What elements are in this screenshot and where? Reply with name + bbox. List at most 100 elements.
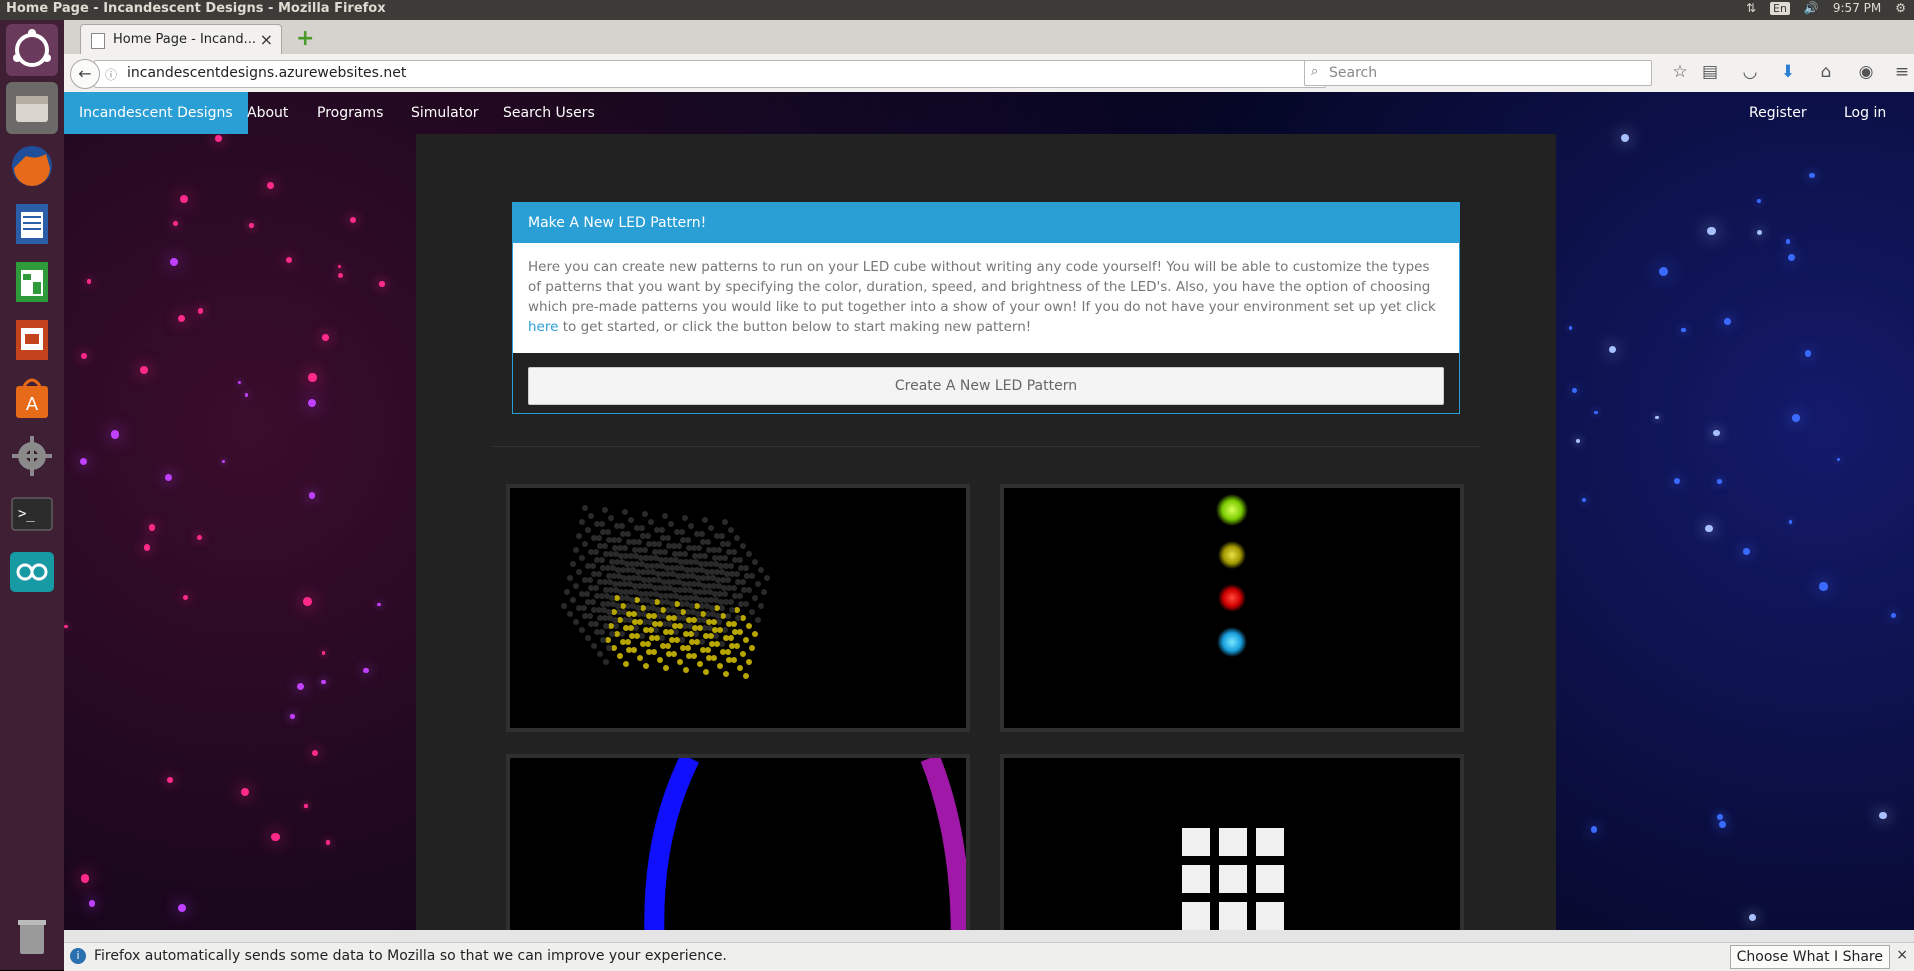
nav-simulator[interactable]: Simulator <box>411 92 479 134</box>
pattern-thumbnail-grid[interactable] <box>1000 754 1464 930</box>
terminal-icon[interactable]: >_ <box>6 488 58 540</box>
arduino-icon[interactable] <box>6 546 58 598</box>
cube-led <box>708 525 714 531</box>
background-light-dot <box>1620 134 1629 143</box>
nav-log-in[interactable]: Log in <box>1844 92 1886 134</box>
cube-led <box>689 603 695 609</box>
background-light-dot <box>144 544 151 551</box>
cube-led <box>638 591 644 597</box>
background-light-dot <box>80 873 90 883</box>
cube-led <box>573 583 579 589</box>
cube-led <box>573 619 579 625</box>
trash-icon[interactable] <box>6 910 58 962</box>
nav-about[interactable]: About <box>247 92 288 134</box>
ubuntu-dash-icon[interactable] <box>6 24 58 76</box>
libreoffice-writer-icon[interactable] <box>6 198 58 250</box>
downloads-icon[interactable]: ⬇ <box>1776 62 1800 82</box>
cube-led <box>734 535 740 541</box>
window-title: Home Page - Incandescent Designs - Mozil… <box>6 1 386 16</box>
chat-icon[interactable]: ◉ <box>1854 62 1878 82</box>
background-light-dot <box>167 777 173 784</box>
background-light-dot <box>1819 582 1828 591</box>
site-info-icon[interactable]: ⓘ <box>105 66 117 83</box>
cube-led <box>576 605 582 611</box>
nav-programs[interactable]: Programs <box>317 92 383 134</box>
cube-led <box>585 635 591 641</box>
choose-what-i-share-button[interactable]: Choose What I Share <box>1729 945 1890 969</box>
cube-led <box>591 571 597 577</box>
pattern-thumbnail-leds[interactable] <box>1000 484 1464 732</box>
home-icon[interactable]: ⌂ <box>1814 62 1838 82</box>
cube-led <box>646 649 652 655</box>
ubuntu-software-center-icon[interactable]: A <box>6 372 58 424</box>
cube-led <box>743 673 749 679</box>
background-light-dot <box>1674 478 1681 485</box>
libreoffice-calc-icon[interactable] <box>6 256 58 308</box>
background-light-dot <box>1809 172 1815 179</box>
system-top-bar: Home Page - Incandescent Designs - Mozil… <box>0 0 1914 20</box>
cube-led <box>582 577 588 583</box>
cube-led <box>564 589 570 595</box>
pocket-icon[interactable]: ◡ <box>1738 62 1762 82</box>
cube-led <box>594 629 600 635</box>
background-light-dot <box>182 594 189 601</box>
clock[interactable]: 9:57 PM <box>1833 1 1881 15</box>
settings-gear-icon[interactable]: ⚙ <box>1895 1 1906 15</box>
files-icon[interactable] <box>6 82 58 134</box>
cube-led <box>664 565 670 571</box>
new-tab-plus-icon[interactable]: + <box>296 26 314 51</box>
info-icon: i <box>70 948 86 964</box>
libreoffice-impress-icon[interactable] <box>6 314 58 366</box>
menu-icon[interactable]: ≡ <box>1890 62 1914 82</box>
cube-led <box>723 671 729 677</box>
network-icon[interactable]: ⇅ <box>1746 1 1756 15</box>
cube-led <box>746 623 752 629</box>
cube-led <box>695 575 701 581</box>
create-led-pattern-button[interactable]: Create A New LED Pattern <box>528 367 1444 405</box>
background-light-dot <box>179 194 189 204</box>
pattern-thumbnail-arcs[interactable] <box>506 754 970 930</box>
cube-led <box>738 601 744 607</box>
cube-led <box>695 611 701 617</box>
here-link[interactable]: here <box>528 319 558 335</box>
cube-led <box>764 575 770 581</box>
back-button[interactable]: ← <box>70 59 100 89</box>
bookmark-star-icon[interactable]: ☆ <box>1668 62 1692 82</box>
cube-led <box>715 577 721 583</box>
horizontal-scrollbar[interactable] <box>64 930 1914 942</box>
cube-led <box>594 557 600 563</box>
cube-led <box>600 601 606 607</box>
close-tab-icon[interactable]: × <box>260 30 273 49</box>
background-light-dot <box>377 602 381 607</box>
url-bar[interactable]: ⓘ incandescentdesigns.azurewebsites.net … <box>94 60 1326 88</box>
volume-icon[interactable]: 🔊 <box>1804 1 1819 15</box>
cube-led <box>609 559 615 565</box>
nav-register[interactable]: Register <box>1749 92 1807 134</box>
cube-led <box>717 663 723 669</box>
cube-led <box>702 517 708 523</box>
close-notification-icon[interactable]: × <box>1896 947 1908 963</box>
cube-led <box>660 643 666 649</box>
cube-led <box>618 589 624 595</box>
search-input[interactable]: ⌕ Search <box>1304 60 1652 86</box>
cube-led <box>678 559 684 565</box>
reading-list-icon[interactable]: ▤ <box>1698 62 1722 82</box>
browser-navigation-bar: ⓘ incandescentdesigns.azurewebsites.net … <box>64 54 1914 93</box>
background-light-dot <box>1756 229 1763 236</box>
cube-led <box>652 585 658 591</box>
nav-search-users[interactable]: Search Users <box>503 92 595 134</box>
cube-led <box>620 531 626 537</box>
system-settings-icon[interactable] <box>6 430 58 482</box>
browser-tab[interactable]: Home Page - Incand... × <box>80 24 282 55</box>
cube-led <box>608 515 614 521</box>
cube-led <box>579 627 585 633</box>
background-light-dot <box>1608 345 1617 354</box>
site-brand-link[interactable]: Incandescent Designs <box>64 92 248 134</box>
cube-led <box>692 553 698 559</box>
cube-led <box>591 535 597 541</box>
firefox-icon[interactable] <box>6 140 58 192</box>
keyboard-language-indicator[interactable]: En <box>1770 1 1790 15</box>
cube-led <box>680 537 686 543</box>
pattern-thumbnail-cube[interactable] <box>506 484 970 732</box>
url-text[interactable]: incandescentdesigns.azurewebsites.net <box>127 65 406 81</box>
